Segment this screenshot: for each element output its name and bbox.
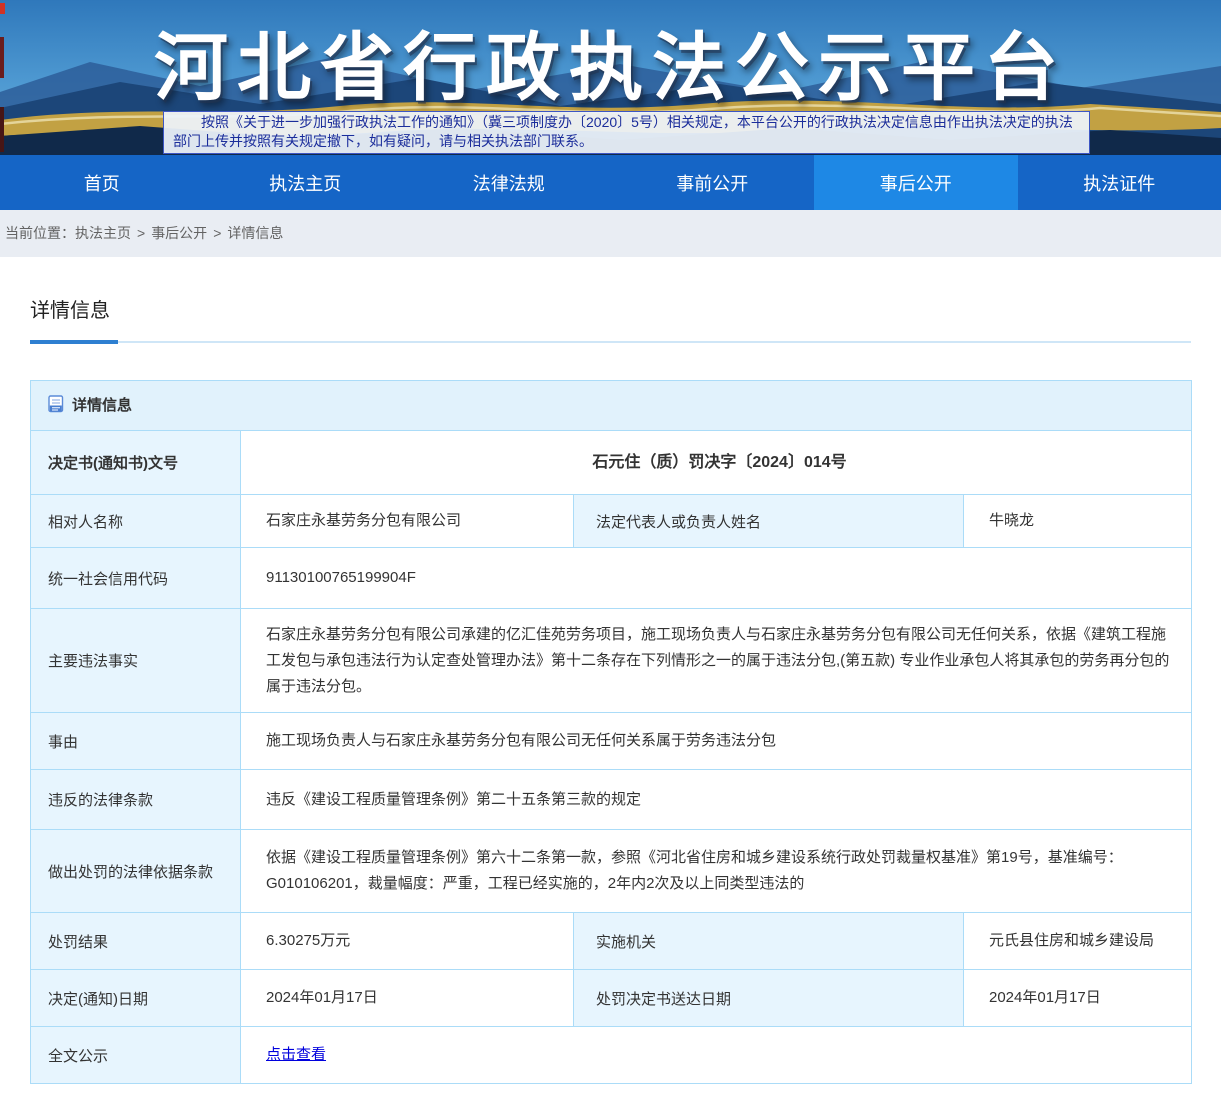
- breadcrumb-link-enforcement-home[interactable]: 执法主页: [75, 225, 131, 241]
- party-value: 石家庄永基劳务分包有限公司: [240, 494, 574, 548]
- nav-item-post-disclosure[interactable]: 事后公开: [814, 155, 1018, 210]
- violated-law-value: 违反《建设工程质量管理条例》第二十五条第三款的规定: [239, 769, 1193, 830]
- full-text-label: 全文公示: [30, 1026, 241, 1084]
- table-row: 决定书(通知书)文号 石元住（质）罚决字〔2024〕014号: [30, 430, 1193, 495]
- table-section-header-row: 详情信息: [29, 380, 1193, 431]
- breadcrumb: 当前位置：执法主页 > 事后公开 > 详情信息: [0, 210, 1221, 257]
- violated-law-label: 违反的法律条款: [30, 769, 241, 830]
- view-full-text-link[interactable]: 点击查看: [266, 1046, 326, 1063]
- authority-value: 元氏县住房和城乡建设局: [962, 912, 1193, 970]
- decision-date-value: 2024年01月17日: [240, 969, 574, 1027]
- nav-item-laws[interactable]: 法律法规: [407, 155, 611, 210]
- facts-value: 石家庄永基劳务分包有限公司承建的亿汇佳苑劳务项目，施工现场负责人与石家庄永基劳务…: [239, 608, 1193, 713]
- section-header-label: 详情信息: [72, 397, 133, 414]
- table-row: 相对人名称 石家庄永基劳务分包有限公司 法定代表人或负责人姓名 牛晓龙: [30, 494, 1193, 548]
- site-title: 河北省行政执法公示平台: [154, 25, 1067, 111]
- breadcrumb-prefix: 当前位置：: [5, 225, 75, 241]
- cause-label: 事由: [30, 712, 241, 770]
- party-label: 相对人名称: [30, 494, 241, 548]
- facts-label: 主要违法事实: [30, 608, 241, 713]
- credit-code-value: 91130100765199904F: [239, 547, 1193, 609]
- breadcrumb-separator: >: [213, 225, 222, 241]
- breadcrumb-link-post-disclosure[interactable]: 事后公开: [151, 225, 207, 241]
- legal-rep-value: 牛晓龙: [962, 494, 1193, 548]
- doc-no-value: 石元住（质）罚决字〔2024〕014号: [239, 430, 1193, 495]
- breadcrumb-separator: >: [137, 225, 146, 241]
- table-row: 主要违法事实 石家庄永基劳务分包有限公司承建的亿汇佳苑劳务项目，施工现场负责人与…: [30, 608, 1193, 713]
- delivery-date-label: 处罚决定书送达日期: [573, 969, 964, 1027]
- nav-item-certificates[interactable]: 执法证件: [1018, 155, 1221, 210]
- nav-item-home[interactable]: 首页: [0, 155, 204, 210]
- content-area: 详情信息 详情信息 决定书(通知书)文号 石元住（质）罚决字〔2024〕014号…: [0, 294, 1221, 1084]
- document-icon: [48, 395, 64, 417]
- table-row: 决定(通知)日期 2024年01月17日 处罚决定书送达日期 2024年01月1…: [30, 969, 1193, 1027]
- page-title: 详情信息: [30, 300, 110, 322]
- table-row: 全文公示 点击查看: [30, 1026, 1193, 1084]
- authority-label: 实施机关: [573, 912, 964, 970]
- penalty-result-value: 6.30275万元: [240, 912, 574, 970]
- table-row: 处罚结果 6.30275万元 实施机关 元氏县住房和城乡建设局: [30, 912, 1193, 970]
- banner: 河北省行政执法公示平台 按照《关于进一步加强行政执法工作的通知》（冀三项制度办〔…: [0, 0, 1221, 155]
- penalty-basis-value: 依据《建设工程质量管理条例》第六十二条第一款，参照《河北省住房和城乡建设系统行政…: [239, 829, 1193, 913]
- penalty-basis-label: 做出处罚的法律依据条款: [30, 829, 241, 913]
- table-row: 事由 施工现场负责人与石家庄永基劳务分包有限公司无任何关系属于劳务违法分包: [30, 712, 1193, 770]
- title-divider: [30, 340, 1191, 344]
- credit-code-label: 统一社会信用代码: [30, 547, 241, 609]
- breadcrumb-current: 详情信息: [227, 225, 284, 241]
- banner-notice: 按照《关于进一步加强行政执法工作的通知》（冀三项制度办〔2020〕5号）相关规定…: [163, 111, 1090, 154]
- nav-item-enforcement-home[interactable]: 执法主页: [204, 155, 408, 210]
- penalty-result-label: 处罚结果: [30, 912, 241, 970]
- table-row: 做出处罚的法律依据条款 依据《建设工程质量管理条例》第六十二条第一款，参照《河北…: [30, 829, 1193, 913]
- detail-table: 详情信息 决定书(通知书)文号 石元住（质）罚决字〔2024〕014号 相对人名…: [29, 380, 1193, 1084]
- main-nav: 首页 执法主页 法律法规 事前公开 事后公开 执法证件: [0, 155, 1221, 210]
- table-row: 违反的法律条款 违反《建设工程质量管理条例》第二十五条第三款的规定: [30, 769, 1193, 830]
- cause-value: 施工现场负责人与石家庄永基劳务分包有限公司无任何关系属于劳务违法分包: [239, 712, 1193, 770]
- doc-no-label: 决定书(通知书)文号: [30, 430, 241, 495]
- legal-rep-label: 法定代表人或负责人姓名: [573, 494, 964, 548]
- delivery-date-value: 2024年01月17日: [962, 969, 1193, 1027]
- nav-item-pre-disclosure[interactable]: 事前公开: [611, 155, 815, 210]
- decision-date-label: 决定(通知)日期: [30, 969, 241, 1027]
- table-row: 统一社会信用代码 91130100765199904F: [30, 547, 1193, 609]
